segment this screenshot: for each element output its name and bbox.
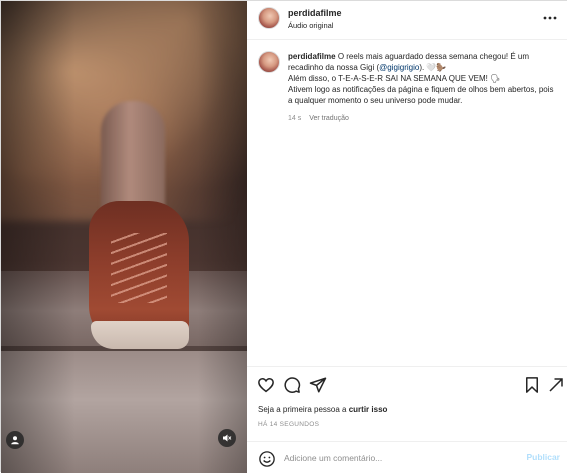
speaker-muted-icon: [223, 434, 232, 442]
save-button[interactable]: [523, 376, 541, 394]
more-options-button[interactable]: [542, 10, 558, 26]
mute-button[interactable]: [218, 429, 236, 447]
author-username[interactable]: perdidafilme: [288, 8, 342, 18]
reel-video[interactable]: [1, 1, 247, 473]
post-dialog: perdidafilme Áudio original perdidafilme…: [0, 0, 567, 473]
post-header: perdidafilme Áudio original: [247, 1, 567, 40]
caption-meta: 14 s Ver tradução: [288, 115, 349, 122]
likes-summary: Seja a primeira pessoa a curtir isso: [258, 405, 387, 414]
smiley-icon: [259, 451, 275, 467]
like-this-link[interactable]: curtir isso: [349, 405, 388, 414]
tagged-users-button[interactable]: [6, 431, 24, 449]
caption-section: perdidafilme O reels mais aguardado dess…: [247, 41, 567, 366]
caption-mention-link[interactable]: @gigigrigio: [379, 63, 419, 72]
like-button[interactable]: [257, 376, 275, 394]
caption-avatar[interactable]: [258, 51, 280, 73]
author-avatar[interactable]: [258, 7, 280, 29]
see-translation-link[interactable]: Ver tradução: [309, 115, 349, 122]
expand-button[interactable]: [547, 376, 565, 394]
comment-bubble-icon: [284, 377, 301, 393]
diagonal-arrow-icon: [549, 378, 563, 392]
caption-time: 14 s: [288, 115, 302, 122]
comment-input[interactable]: [284, 448, 514, 468]
post-timestamp[interactable]: HÁ 14 SEGUNDOS: [258, 421, 319, 428]
caption-line-2: Além disso, o T-E-A-S-E-R SAI NA SEMANA …: [288, 74, 501, 83]
emoji-button[interactable]: [258, 450, 276, 468]
caption-username[interactable]: perdidafilme: [288, 52, 336, 61]
post-actions: Seja a primeira pessoa a curtir isso HÁ …: [247, 366, 567, 440]
caption-line-3: Ativem logo as notificações da página e …: [288, 85, 554, 105]
heart-icon: [258, 378, 274, 393]
user-icon: [11, 436, 19, 445]
more-horizontal-icon: [543, 16, 557, 20]
share-button[interactable]: [309, 376, 327, 394]
video-vignette: [1, 1, 247, 473]
bookmark-icon: [526, 377, 538, 393]
likes-prefix: Seja a primeira pessoa a: [258, 405, 349, 414]
comment-button[interactable]: [283, 376, 301, 394]
caption-body-2: ). 🤍🦫: [419, 63, 447, 72]
paper-plane-icon: [309, 377, 327, 393]
audio-link[interactable]: Áudio original: [288, 21, 333, 30]
add-comment-bar: Publicar: [247, 441, 567, 474]
caption-text: perdidafilme O reels mais aguardado dess…: [288, 51, 558, 106]
post-side-panel: perdidafilme Áudio original perdidafilme…: [247, 1, 567, 473]
publish-button[interactable]: Publicar: [526, 452, 560, 462]
